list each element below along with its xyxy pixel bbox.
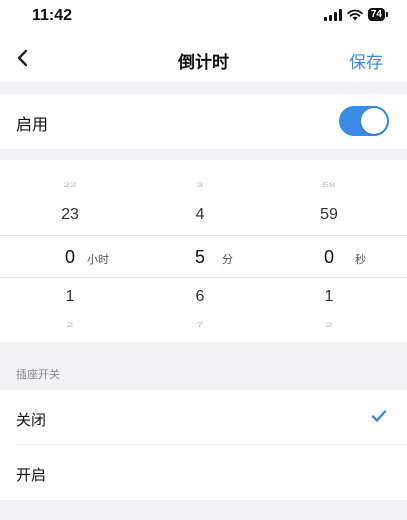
hours-option[interactable]: 1 <box>30 288 110 306</box>
socket-option-list: 关闭 开启 <box>0 390 407 500</box>
enable-row: 启用 <box>0 94 407 149</box>
status-time: 11:42 <box>32 7 73 24</box>
minutes-option[interactable]: 4 <box>160 206 240 224</box>
seconds-option[interactable]: 59 <box>289 206 369 224</box>
seconds-unit-label: 秒 <box>355 254 366 266</box>
checkmark-icon <box>371 410 387 422</box>
seconds-option[interactable]: 2 <box>289 321 369 329</box>
minutes-option[interactable]: 6 <box>160 288 240 306</box>
save-button[interactable]: 保存 <box>349 48 383 73</box>
status-icons: 74 <box>323 8 389 21</box>
cellular-signal-icon <box>323 8 342 21</box>
section-header: 插座开关 <box>16 369 60 381</box>
seconds-option[interactable]: 58 <box>289 181 369 189</box>
option-on[interactable]: 开启 <box>0 445 407 500</box>
countdown-picker: 22 23 0 1 2 小时 3 4 5 6 7 分 58 59 0 1 2 秒 <box>0 160 407 342</box>
nav-bar: 倒计时 保存 <box>0 32 407 82</box>
toggle-knob <box>361 108 387 134</box>
minutes-option[interactable]: 7 <box>160 321 240 329</box>
status-bar: 11:42 74 <box>0 0 407 32</box>
hours-option[interactable]: 2 <box>30 321 110 329</box>
battery-icon: 74 <box>367 8 389 21</box>
wifi-icon <box>347 9 363 20</box>
minutes-option[interactable]: 3 <box>160 181 240 189</box>
hours-option[interactable]: 22 <box>30 181 110 189</box>
seconds-option[interactable]: 1 <box>289 288 369 306</box>
enable-toggle[interactable] <box>339 106 389 136</box>
page-title: 倒计时 <box>178 53 229 72</box>
minutes-unit-label: 分 <box>222 254 233 266</box>
option-label: 开启 <box>16 467 47 484</box>
hours-option[interactable]: 23 <box>30 206 110 224</box>
enable-label: 启用 <box>16 117 49 134</box>
option-off[interactable]: 关闭 <box>0 390 407 445</box>
option-label: 关闭 <box>16 412 47 429</box>
hours-unit-label: 小时 <box>87 254 109 266</box>
